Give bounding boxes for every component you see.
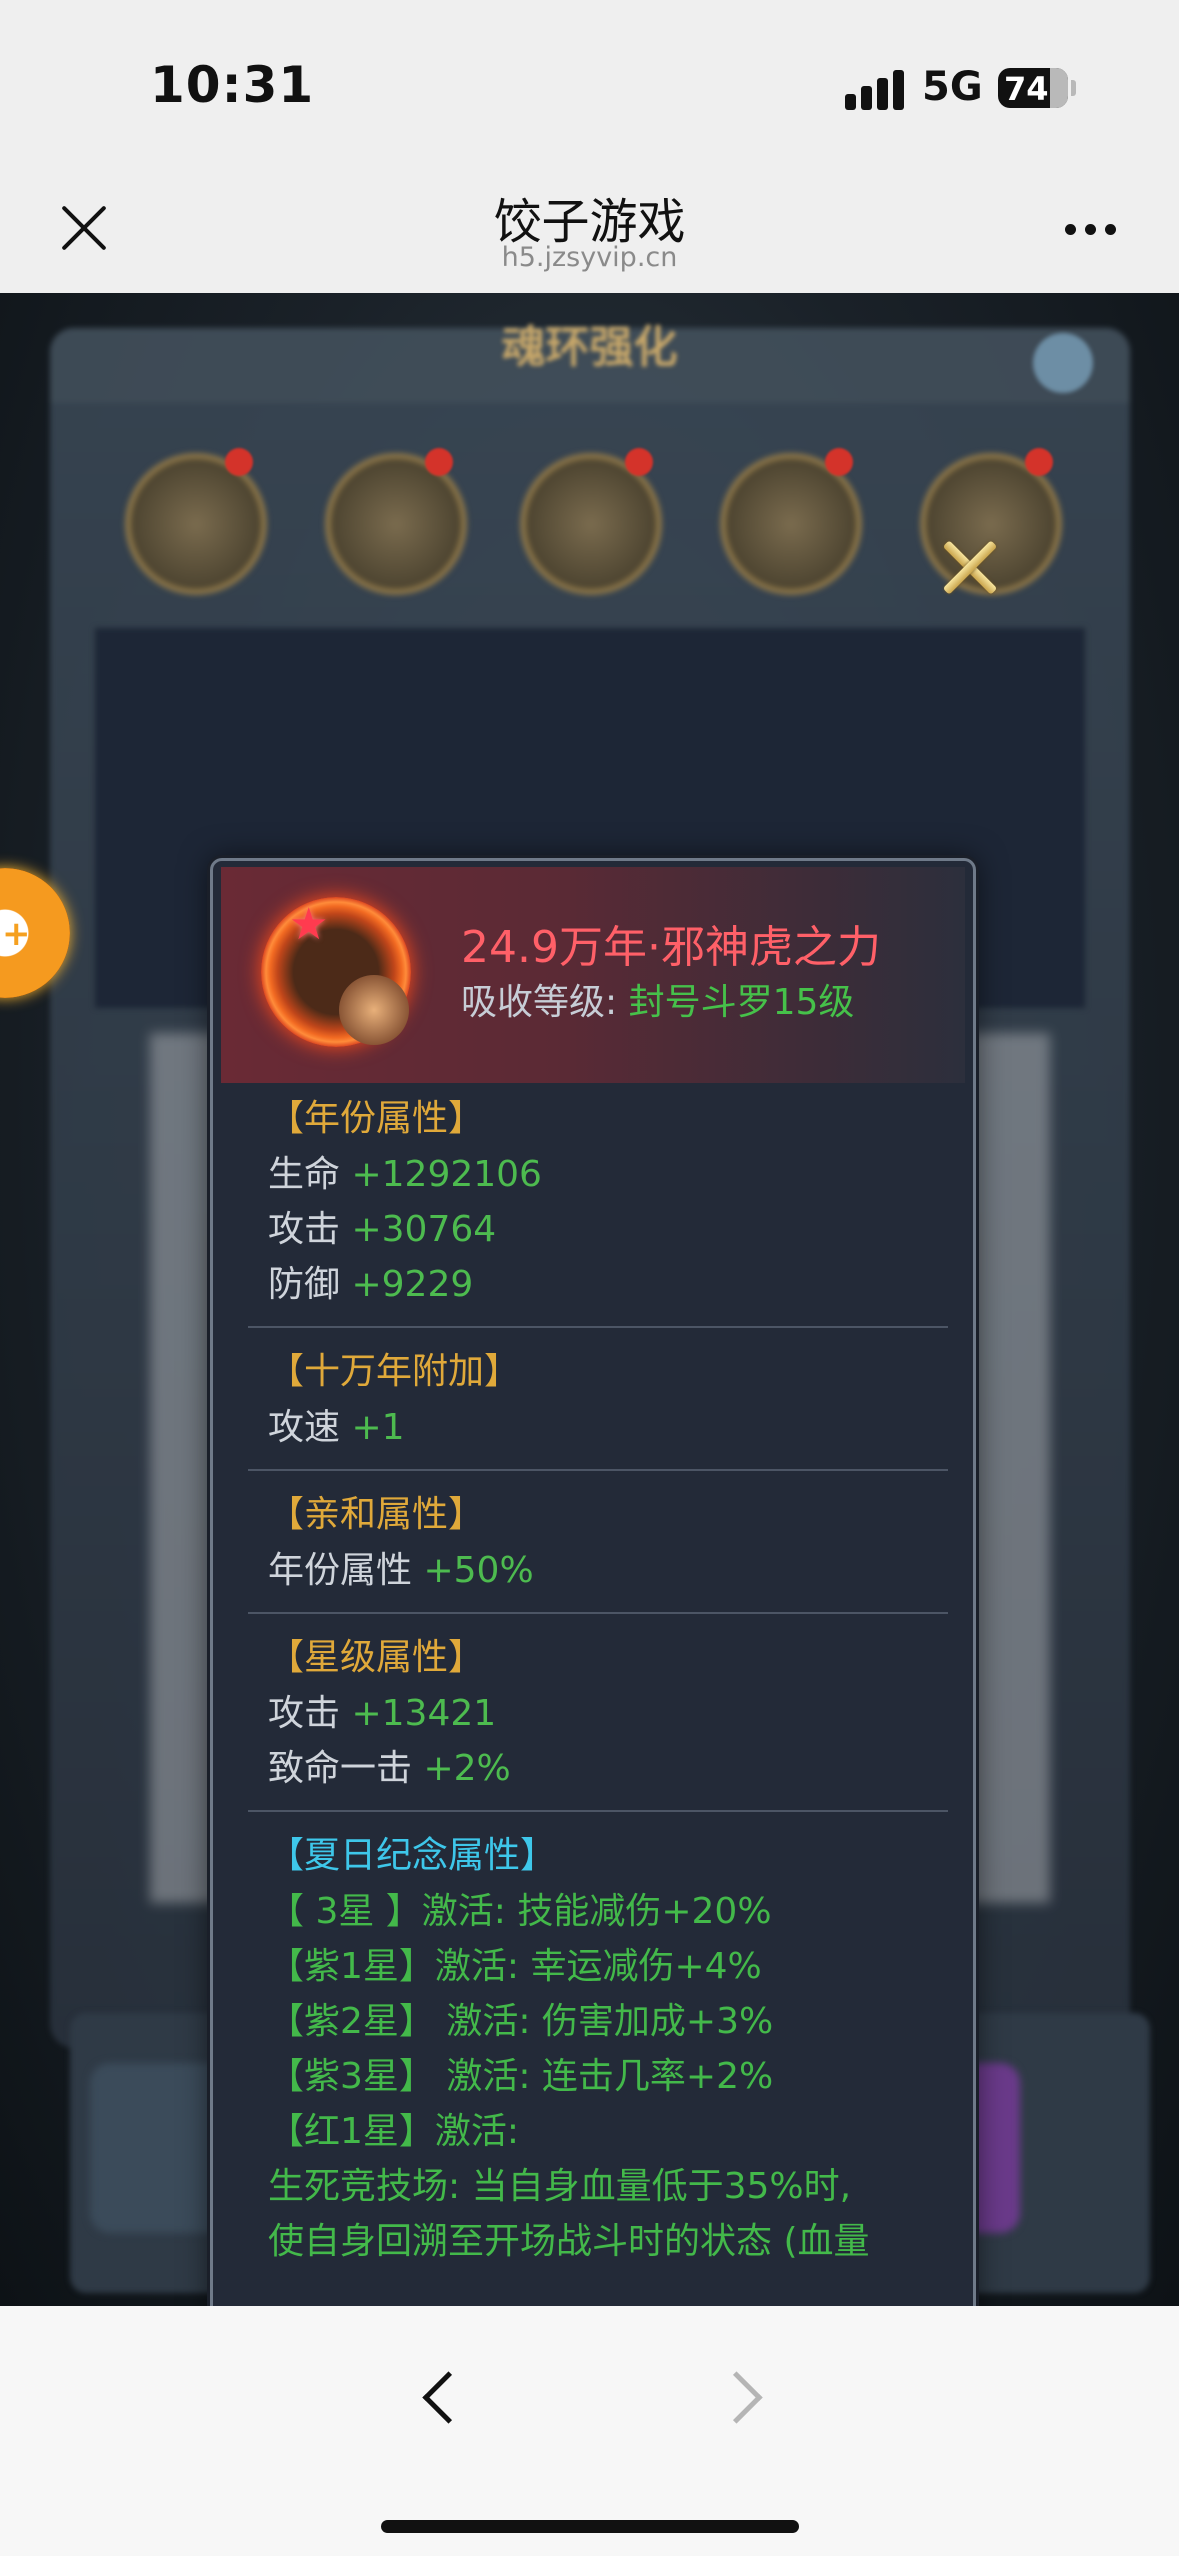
more-options-icon[interactable] [1065, 224, 1125, 236]
summer-attribute-line: 【紫3星】 激活: 连击几率+2% [268, 2056, 774, 2097]
background-notice-dot [425, 448, 453, 476]
attribute-row: 攻速 +1 [268, 1407, 405, 1448]
section-title-year: 【年份属性】 [268, 1098, 485, 1139]
summer-attribute-line: 【紫1星】激活: 幸运减伤+4% [268, 1946, 762, 1987]
page-url: h5.jzsyvip.cn [501, 242, 678, 273]
attribute-row: 致命一击 +2% [268, 1748, 511, 1789]
divider [248, 1810, 948, 1812]
background-close-icon [1033, 333, 1093, 393]
status-bar: 10:31 5G 74 [0, 0, 1179, 160]
background-notice-dot [225, 448, 253, 476]
popup-header: ★ 24.9万年·邪神虎之力 吸收等级: 封号斗罗15级 [221, 867, 965, 1083]
background-notice-dot [825, 448, 853, 476]
section-title-star: 【星级属性】 [268, 1637, 485, 1678]
browser-nav-bar: 饺子游戏 h5.jzsyvip.cn [0, 160, 1179, 293]
absorb-label: 吸收等级: [461, 982, 618, 1023]
background-panel-title: 魂环强化 [501, 322, 678, 373]
divider [248, 1469, 948, 1471]
home-indicator[interactable] [381, 2520, 799, 2533]
attribute-list: 【年份属性】 生命 +1292106 攻击 +30764 防御 +9229 【十… [248, 1091, 948, 2269]
background-notice-dot [625, 448, 653, 476]
attribute-row: 年份属性 +50% [268, 1550, 534, 1591]
battery-level: 74 [1004, 70, 1049, 108]
network-type: 5G [922, 64, 983, 110]
battery-icon: 74 [998, 68, 1068, 108]
attribute-row: 生命 +1292106 [268, 1154, 542, 1195]
divider [248, 1326, 948, 1328]
star-icon: ★ [289, 899, 329, 950]
divider [248, 1612, 948, 1614]
background-notice-dot [1025, 448, 1053, 476]
popup-close-icon[interactable] [942, 538, 998, 594]
attribute-row: 攻击 +13421 [268, 1693, 497, 1734]
cellular-signal-icon [845, 70, 907, 110]
section-title-summer: 【夏日纪念属性】 [268, 1835, 557, 1876]
status-time: 10:31 [150, 56, 315, 114]
tiger-icon [339, 975, 409, 1045]
soul-ring-detail-popup: ★ 24.9万年·邪神虎之力 吸收等级: 封号斗罗15级 【年份属性】 生命 +… [210, 858, 976, 2306]
soul-ring-name: 24.9万年·邪神虎之力 [461, 922, 881, 973]
game-viewport[interactable]: 魂环强化 + ★ 24.9万年·邪神虎之力 吸收等级: 封号斗罗15级 【年份属… [0, 293, 1179, 2306]
browser-bottom-bar [0, 2306, 1179, 2556]
section-title-hundred-k: 【十万年附加】 [268, 1351, 521, 1392]
summer-attribute-line: 使自身回溯至开场战斗时的状态 (血量 [268, 2221, 870, 2262]
summer-attribute-line: 【 3星 】激活: 技能减伤+20% [268, 1891, 772, 1932]
summer-attribute-line: 【红1星】激活: [268, 2111, 520, 2152]
battery-nub [1071, 80, 1076, 96]
back-arrow-icon[interactable] [422, 2371, 475, 2424]
forward-arrow-icon[interactable] [710, 2371, 763, 2424]
attribute-row: 攻击 +30764 [268, 1209, 497, 1250]
attribute-row: 防御 +9229 [268, 1264, 474, 1305]
soul-ring-icon [261, 897, 411, 1047]
summer-attribute-line: 【紫2星】 激活: 伤害加成+3% [268, 2001, 774, 2042]
summer-attribute-line: 生死竞技场: 当自身血量低于35%时, [268, 2166, 852, 2207]
absorb-level: 吸收等级: 封号斗罗15级 [461, 973, 854, 1025]
section-title-affinity: 【亲和属性】 [268, 1494, 485, 1535]
absorb-value: 封号斗罗15级 [628, 982, 855, 1023]
